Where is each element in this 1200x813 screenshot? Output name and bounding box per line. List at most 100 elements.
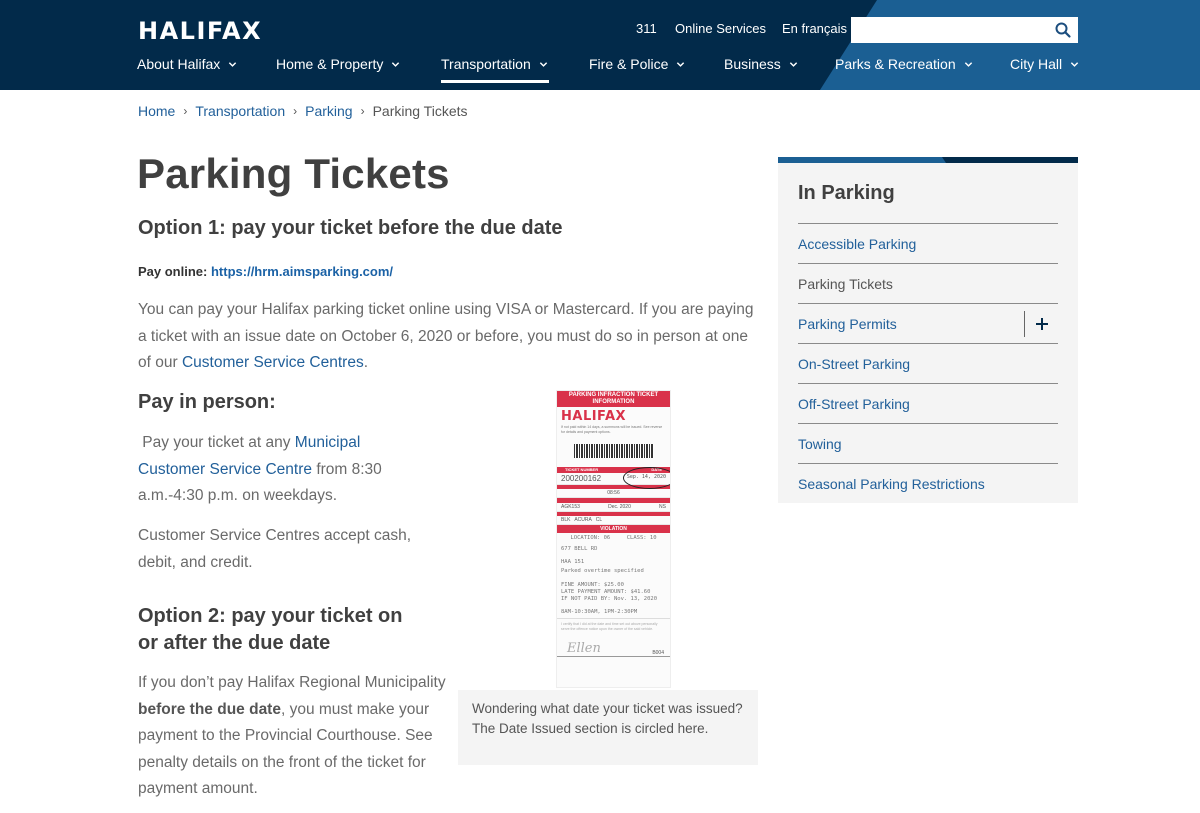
sidebar-item-seasonal-parking-restrictions: Seasonal Parking Restrictions bbox=[798, 463, 1058, 503]
in-person-paragraph: Pay your ticket at any Municipal Custome… bbox=[138, 430, 413, 510]
hours: 8AM-10:30AM, 1PM-2:30PM bbox=[557, 605, 670, 619]
ticket-number: 200200162 bbox=[561, 474, 602, 483]
chevron-down-icon bbox=[392, 61, 400, 67]
nav-parks-recreation[interactable]: Parks & Recreation bbox=[835, 56, 973, 72]
expiry: Dec. 2020 bbox=[608, 504, 631, 510]
expand-plus-icon[interactable] bbox=[1024, 311, 1058, 337]
sidebar-link[interactable]: Off-Street Parking bbox=[798, 396, 910, 412]
nav-fire-police[interactable]: Fire & Police bbox=[589, 56, 685, 72]
barcode bbox=[573, 444, 654, 458]
nav-about-halifax[interactable]: About Halifax bbox=[137, 56, 237, 72]
signature-row: Ellen B004 bbox=[557, 633, 670, 657]
option2-bold: before the due date bbox=[138, 700, 281, 718]
street: 677 BELL RD bbox=[561, 546, 598, 552]
sidebar-current-item: Parking Tickets bbox=[798, 275, 893, 292]
province: NS bbox=[659, 504, 666, 510]
plate-row: AGK153 Dec. 2020 NS bbox=[557, 503, 670, 512]
sidebar-item-parking-tickets: Parking Tickets bbox=[798, 263, 1058, 303]
date-issued-circle bbox=[623, 467, 670, 489]
ticket-certification: I certify that I did at the date and tim… bbox=[561, 622, 658, 631]
pay-online-link[interactable]: https://hrm.aimsparking.com/ bbox=[211, 264, 393, 279]
sidebar-link[interactable]: Accessible Parking bbox=[798, 236, 916, 252]
pay-online-line: Pay online: https://hrm.aimsparking.com/ bbox=[138, 264, 393, 279]
utility-link-french[interactable]: En français bbox=[782, 21, 847, 36]
breadcrumb: Home › Transportation › Parking › Parkin… bbox=[138, 103, 468, 119]
active-nav-indicator bbox=[441, 80, 549, 83]
nav-label: Home & Property bbox=[276, 56, 384, 72]
site-header: HALIFAX 311 Online Services En français … bbox=[0, 0, 1200, 90]
option2-text: If you don’t pay Halifax Regional Munici… bbox=[138, 674, 446, 691]
breadcrumb-home[interactable]: Home bbox=[138, 103, 175, 119]
vehicle-row: BLK ACURA CL bbox=[557, 516, 670, 525]
nav-label: Transportation bbox=[441, 56, 531, 72]
nav-label: City Hall bbox=[1010, 56, 1063, 72]
chevron-down-icon bbox=[539, 61, 547, 67]
sidebar-item-towing: Towing bbox=[798, 423, 1058, 463]
nav-label: Fire & Police bbox=[589, 56, 669, 72]
plate: AGK153 bbox=[561, 504, 580, 510]
sidebar-link[interactable]: Parking Permits bbox=[798, 316, 897, 332]
nav-label: About Halifax bbox=[137, 56, 221, 72]
breadcrumb-separator-icon: › bbox=[183, 104, 188, 118]
nav-home-property[interactable]: Home & Property bbox=[276, 56, 400, 72]
fine-amount: FINE AMOUNT: $25.00 bbox=[561, 582, 624, 588]
chevron-down-icon bbox=[964, 61, 972, 67]
chevron-down-icon bbox=[789, 61, 797, 67]
late-amount: LATE PAYMENT AMOUNT: $41.60 bbox=[561, 589, 651, 595]
chevron-down-icon bbox=[1070, 61, 1079, 67]
option1-heading: Option 1: pay your ticket before the due… bbox=[138, 217, 563, 239]
nav-label: Business bbox=[724, 56, 781, 72]
sidebar-item-accessible-parking: Accessible Parking bbox=[798, 223, 1058, 263]
breadcrumb-separator-icon: › bbox=[360, 104, 365, 118]
sidebar-list: Accessible Parking Parking Tickets Parki… bbox=[798, 223, 1058, 503]
section: HAA 151 bbox=[561, 559, 585, 565]
breadcrumb-parking[interactable]: Parking bbox=[305, 103, 352, 119]
nav-transportation[interactable]: Transportation bbox=[441, 56, 548, 72]
halifax-logo[interactable]: HALIFAX bbox=[138, 17, 262, 45]
chevron-down-icon bbox=[677, 61, 685, 67]
search-input[interactable] bbox=[851, 17, 1046, 43]
offence: Parked overtime specified bbox=[561, 568, 644, 574]
utility-link-online-services[interactable]: Online Services bbox=[675, 21, 766, 36]
breadcrumb-transportation[interactable]: Transportation bbox=[195, 103, 285, 119]
customer-service-centres-link[interactable]: Customer Service Centres bbox=[182, 354, 364, 371]
nav-city-hall[interactable]: City Hall bbox=[1010, 56, 1079, 72]
parking-ticket-image: PARKING INFRACTION TICKET INFORMATION HA… bbox=[556, 390, 671, 688]
page-title: Parking Tickets bbox=[137, 150, 450, 197]
chevron-down-icon bbox=[229, 61, 237, 67]
sidebar-link[interactable]: Seasonal Parking Restrictions bbox=[798, 476, 985, 492]
figure-caption: Wondering what date your ticket was issu… bbox=[458, 690, 758, 765]
in-person-text: Pay your ticket at any bbox=[138, 434, 295, 451]
sidebar-item-on-street-parking: On-Street Parking bbox=[798, 343, 1058, 383]
nav-business[interactable]: Business bbox=[724, 56, 798, 72]
ticket-time: 08:56 bbox=[607, 490, 620, 496]
nav-label: Parks & Recreation bbox=[835, 56, 956, 72]
officer-number: B004 bbox=[652, 650, 664, 656]
pay-online-label: Pay online: bbox=[138, 264, 208, 279]
option2-heading: Option 2: pay your ticket on or after th… bbox=[138, 605, 403, 654]
pay-in-person-heading: Pay in person: bbox=[138, 391, 276, 413]
option2-paragraph: If you don’t pay Halifax Regional Munici… bbox=[138, 670, 460, 803]
sidebar-link[interactable]: Towing bbox=[798, 436, 842, 452]
officer-signature: Ellen bbox=[567, 641, 601, 656]
location-line: LOCATION: 06 CLASS: 10 bbox=[570, 535, 657, 541]
utility-link-311[interactable]: 311 bbox=[636, 21, 657, 36]
sidebar-item-off-street-parking: Off-Street Parking bbox=[798, 383, 1058, 423]
ticket-logo: HALIFAX bbox=[561, 409, 627, 424]
violation-header: VIOLATION bbox=[557, 525, 670, 533]
sidebar-title: In Parking bbox=[798, 182, 895, 204]
sidebar-item-parking-permits: Parking Permits bbox=[798, 303, 1058, 343]
time-row: 08:56 bbox=[557, 489, 670, 498]
accept-paragraph: Customer Service Centres accept cash, de… bbox=[138, 527, 412, 571]
search-icon[interactable] bbox=[1054, 21, 1072, 39]
not-paid-by: IF NOT PAID BY: Nov. 13, 2020 bbox=[561, 596, 658, 602]
breadcrumb-current: Parking Tickets bbox=[372, 103, 468, 119]
header-diagonal-accent bbox=[820, 0, 1200, 90]
sidebar-in-parking: In Parking Accessible Parking Parking Ti… bbox=[778, 157, 1078, 503]
sidebar-link[interactable]: On-Street Parking bbox=[798, 356, 910, 372]
ticket-fine-print: If not paid within 14 days, a summons wi… bbox=[561, 425, 663, 434]
breadcrumb-separator-icon: › bbox=[293, 104, 298, 118]
ticket-header: PARKING INFRACTION TICKET INFORMATION bbox=[557, 391, 670, 407]
ticket-number-label: TICKET NUMBER bbox=[565, 467, 599, 472]
option1-end: . bbox=[363, 354, 369, 371]
